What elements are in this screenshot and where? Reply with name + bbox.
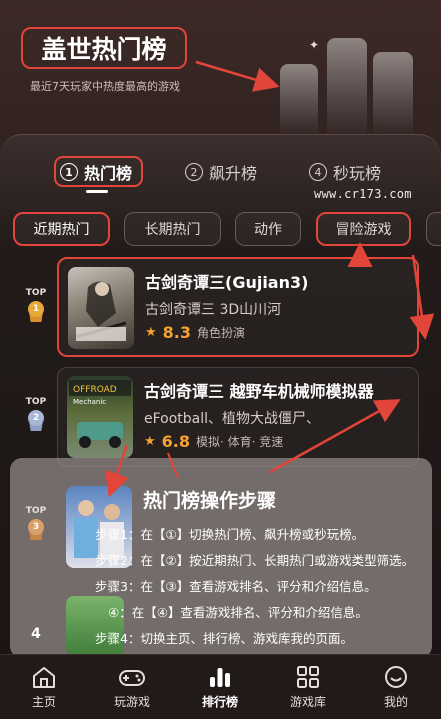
rank-number-4: 4	[22, 626, 50, 642]
guide-step-3: 步骤3：在【③】查看游戏排名、评分和介绍信息。	[95, 579, 377, 594]
tab-hot[interactable]: 1 热门榜	[60, 160, 132, 184]
guide-step-2: 步骤2：在【②】按近期热门、长期热门或游戏类型筛选。	[95, 553, 415, 568]
podium-bar-right	[373, 52, 413, 134]
smile-icon	[385, 666, 407, 688]
game-cover-image: OFFROAD Mechanic	[67, 376, 133, 458]
nav-label: 玩游戏	[113, 695, 150, 709]
rank-number: 1	[28, 301, 44, 317]
tab-number: 1	[60, 163, 78, 181]
rank-number: 2	[28, 410, 44, 426]
tab-underline	[86, 190, 108, 193]
sparkle-icon: ✦	[309, 38, 320, 52]
bottom-nav: 主页 玩游戏 排行榜 游戏库 我的	[0, 654, 441, 719]
ranking-icon	[210, 668, 230, 687]
svg-text:Mechanic: Mechanic	[73, 398, 106, 406]
game-tags: 角色扮演	[197, 326, 246, 340]
chip-more[interactable]	[426, 212, 441, 246]
bronze-medal-icon: 3	[27, 519, 45, 541]
silver-medal-icon: 2	[27, 410, 45, 432]
rank-top-label: TOP	[25, 288, 47, 298]
nav-profile[interactable]: 我的	[352, 655, 440, 719]
rank-badge-3: TOP 3	[22, 506, 50, 541]
ranking-tabs: 1 热门榜 2 飙升榜 4 秒玩榜	[0, 160, 441, 188]
game-description: 古剑奇谭三 3D山川河	[145, 302, 282, 318]
nav-ranking[interactable]: 排行榜	[176, 655, 264, 719]
tab-label: 秒玩榜	[333, 164, 382, 183]
chip-action[interactable]: 动作	[235, 212, 301, 246]
gold-medal-icon: 1	[27, 301, 45, 323]
tab-label: 热门榜	[84, 164, 133, 183]
game-title: 古剑奇谭三 越野车机械师模拟器	[144, 382, 374, 401]
grid-icon	[297, 666, 319, 688]
page-title: 盖世热门榜	[21, 27, 187, 69]
rank-badge-1: TOP 1	[22, 288, 50, 323]
rank-top-label: TOP	[25, 506, 47, 516]
game-score: 8.3	[162, 323, 191, 342]
page-subtitle: 最近7天玩家中热度最高的游戏	[30, 80, 180, 93]
filter-chips: 近期热门 长期热门 动作 冒险游戏	[0, 212, 441, 246]
chip-recent-hot[interactable]: 近期热门	[13, 212, 110, 246]
tab-label: 飙升榜	[209, 164, 258, 183]
game-score: 6.8	[161, 432, 190, 451]
guide-step-4: 步骤4：切换主页、排行榜、游戏库我的页面。	[95, 631, 353, 646]
podium-bar-left	[280, 64, 318, 134]
game-card-2[interactable]: OFFROAD Mechanic 古剑奇谭三 越野车机械师模拟器 eFootba…	[57, 367, 419, 467]
tab-rising[interactable]: 2 飙升榜	[185, 160, 257, 184]
nav-label: 游戏库	[289, 695, 326, 709]
guide-step-1: 步骤1：在【①】切换热门榜、飙升榜或秒玩榜。	[95, 527, 365, 542]
guide-step-4-alt: ④：在【④】查看游戏排名、评分和介绍信息。	[108, 605, 368, 620]
game-tags: 模拟· 体育· 竞速	[196, 435, 284, 449]
chip-long-term-hot[interactable]: 长期热门	[124, 212, 221, 246]
nav-library[interactable]: 游戏库	[264, 655, 352, 719]
svg-text:OFFROAD: OFFROAD	[73, 385, 117, 395]
home-icon	[33, 667, 55, 688]
chip-adventure[interactable]: 冒险游戏	[316, 212, 411, 246]
gamepad-icon	[119, 670, 145, 686]
game-card-1[interactable]: 古剑奇谭三(Gujian3) 古剑奇谭三 3D山川河 ★ 8.3 角色扮演	[57, 257, 419, 357]
tab-number: 2	[185, 163, 203, 181]
nav-label: 排行榜	[201, 695, 238, 709]
watermark: www.cr173.com	[314, 187, 412, 201]
game-description: eFootball、植物大战僵尸、	[144, 411, 321, 427]
nav-label: 主页	[31, 695, 56, 709]
tab-instant-play[interactable]: 4 秒玩榜	[309, 160, 381, 184]
guide-title: 热门榜操作步骤	[143, 490, 277, 512]
game-meta: ★ 8.3 角色扮演	[145, 323, 245, 342]
game-title: 古剑奇谭三(Gujian3)	[145, 273, 309, 292]
nav-play[interactable]: 玩游戏	[88, 655, 176, 719]
nav-label: 我的	[383, 695, 408, 709]
rank-number: 4	[31, 626, 41, 642]
star-icon: ★	[145, 325, 157, 340]
rank-number: 3	[28, 519, 44, 535]
game-cover-image	[68, 267, 134, 349]
nav-home[interactable]: 主页	[0, 655, 88, 719]
podium-bar-center	[327, 38, 367, 134]
tab-number: 4	[309, 163, 327, 181]
rank-top-label: TOP	[25, 397, 47, 407]
screen: 盖世热门榜 最近7天玩家中热度最高的游戏 ✦ 1 热门榜 2 飙升榜 4 秒玩榜	[0, 0, 441, 719]
rank-badge-2: TOP 2	[22, 397, 50, 432]
podium-graphic: ✦	[276, 24, 436, 134]
star-icon: ★	[144, 434, 156, 449]
game-meta: ★ 6.8 模拟· 体育· 竞速	[144, 432, 283, 451]
